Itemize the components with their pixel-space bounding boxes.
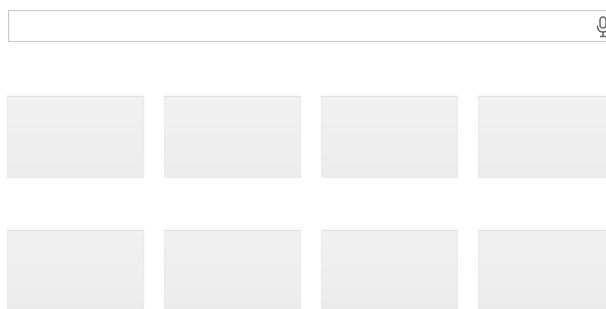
search-box[interactable] bbox=[8, 10, 606, 43]
most-visited-tile-8[interactable] bbox=[478, 230, 606, 309]
most-visited-tile-4[interactable] bbox=[478, 96, 606, 178]
most-visited-tile-5[interactable] bbox=[7, 230, 144, 309]
microphone-icon[interactable] bbox=[595, 16, 606, 38]
search-input[interactable] bbox=[15, 11, 589, 43]
most-visited-tile-2[interactable] bbox=[164, 96, 301, 178]
most-visited-tile-6[interactable] bbox=[164, 230, 301, 309]
most-visited-tile-1[interactable] bbox=[7, 96, 144, 178]
most-visited-tile-7[interactable] bbox=[321, 230, 458, 309]
new-tab-page bbox=[0, 0, 606, 309]
most-visited-tile-3[interactable] bbox=[321, 96, 458, 178]
